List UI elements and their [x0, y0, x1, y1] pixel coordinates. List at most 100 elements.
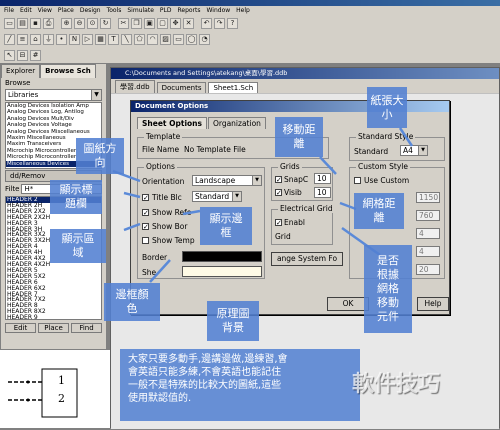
standard-size-select[interactable]: A4 ▼ [400, 145, 428, 156]
electrical-grid-title: Electrical Grid [278, 204, 335, 213]
pin-label-1: 1 [58, 374, 65, 387]
edit-button[interactable]: Edit [5, 323, 36, 333]
refresh-icon[interactable]: ↻ [100, 17, 111, 29]
power-icon[interactable]: ⏚ [43, 33, 54, 45]
wire-icon[interactable]: ╱ [4, 33, 15, 45]
annotation-follow-grid: 是否 根據 網格 移動 元件 [364, 245, 412, 333]
visible-value-input[interactable]: 10 [314, 187, 331, 198]
libraries-select[interactable]: Libraries ▼ [5, 89, 102, 101]
new-icon[interactable]: ▭ [4, 17, 15, 29]
standard-style-title: Standard Style [356, 132, 416, 141]
pie-icon[interactable]: ◔ [199, 33, 210, 45]
help-button[interactable]: Help [417, 297, 449, 311]
bus-icon[interactable]: ≡ [17, 33, 28, 45]
grids-group: Grids ✓ SnapC 10 ✓ Visib 10 [271, 162, 333, 201]
net-label-icon[interactable]: N [69, 33, 80, 45]
use-custom-checkbox[interactable] [354, 177, 361, 184]
pointer-icon[interactable]: ↖ [4, 49, 15, 61]
zoom-fit-icon[interactable]: ⊙ [87, 17, 98, 29]
part-item[interactable]: HEADER 9 [6, 315, 101, 319]
junction-icon[interactable]: • [56, 33, 67, 45]
find-button[interactable]: Find [71, 323, 102, 333]
menu-tools[interactable]: Tools [107, 7, 122, 14]
menu-window[interactable]: Window [207, 7, 231, 14]
menu-place[interactable]: Place [58, 7, 74, 14]
copy-icon[interactable]: ❐ [131, 17, 142, 29]
chevron-down-icon[interactable]: ▼ [232, 192, 241, 201]
align-icon[interactable]: ⊟ [17, 49, 28, 61]
line-icon[interactable]: ╲ [121, 33, 132, 45]
cross-icon[interactable]: ✕ [183, 17, 194, 29]
border-color-label: Border [142, 253, 168, 262]
tab-sheet-options[interactable]: Sheet Options [137, 117, 207, 129]
tab-sheet1[interactable]: Sheet1.Sch [208, 82, 259, 93]
place-button[interactable]: Place [38, 323, 69, 333]
tab-browse-sch[interactable]: Browse Sch [40, 64, 96, 78]
visible-label: Visib [284, 188, 302, 197]
menu-simulate[interactable]: Simulate [127, 7, 154, 14]
menu-view[interactable]: View [38, 7, 52, 14]
menu-design[interactable]: Design [80, 7, 101, 14]
show-template-checkbox[interactable] [142, 237, 149, 244]
electrical-enable-checkbox[interactable]: ✓ [275, 219, 282, 227]
standard-style-group: Standard Style Standard A4 ▼ [349, 132, 445, 161]
sheet-symbol-icon[interactable]: ▦ [95, 33, 106, 45]
zoom-in-icon[interactable]: ⊕ [61, 17, 72, 29]
undo-icon[interactable]: ↶ [201, 17, 212, 29]
custom-width-input[interactable]: 1150 [416, 192, 440, 203]
select-icon[interactable]: ▢ [157, 17, 168, 29]
grid-icon[interactable]: # [30, 49, 41, 61]
zoom-out-icon[interactable]: ⊖ [74, 17, 85, 29]
menu-reports[interactable]: Reports [177, 7, 200, 14]
title-block-value: Standard [195, 192, 230, 201]
custom-height-input[interactable]: 760 [416, 210, 440, 221]
change-system-font-button[interactable]: ange System Fo [271, 252, 343, 266]
menu-edit[interactable]: Edit [20, 7, 32, 14]
chevron-down-icon[interactable]: ▼ [91, 90, 101, 100]
snap-value-input[interactable]: 10 [314, 173, 331, 184]
help-icon[interactable]: ? [227, 17, 238, 29]
menu-help[interactable]: Help [236, 7, 250, 14]
image-icon[interactable]: ▨ [160, 33, 171, 45]
border-color-swatch[interactable] [182, 251, 262, 262]
tab-database[interactable]: 學習.ddb [115, 80, 155, 93]
orientation-select[interactable]: Landscape ▼ [192, 175, 262, 186]
chevron-down-icon[interactable]: ▼ [418, 146, 427, 155]
open-icon[interactable]: ▤ [17, 17, 28, 29]
tab-explorer[interactable]: Explorer [1, 64, 41, 78]
tab-documents[interactable]: Documents [156, 82, 207, 93]
visible-checkbox[interactable]: ✓ [275, 189, 282, 197]
redo-icon[interactable]: ↷ [214, 17, 225, 29]
title-block-checkbox[interactable]: ✓ [142, 194, 149, 202]
sheet-color-swatch[interactable] [182, 266, 262, 277]
print-icon[interactable]: ⎙ [43, 17, 54, 29]
rectangle-icon[interactable]: ▭ [173, 33, 184, 45]
text-icon[interactable]: T [108, 33, 119, 45]
title-block-select[interactable]: Standard ▼ [192, 191, 242, 202]
save-icon[interactable]: ▪ [30, 17, 41, 29]
ok-button[interactable]: OK [327, 297, 369, 311]
y-ref-zones-input[interactable]: 4 [416, 246, 440, 257]
show-reference-checkbox[interactable]: ✓ [142, 209, 149, 217]
cut-icon[interactable]: ✂ [118, 17, 129, 29]
template-file-label: File Name [142, 145, 180, 154]
chevron-down-icon[interactable]: ▼ [252, 176, 261, 185]
ellipse-icon[interactable]: ◯ [186, 33, 197, 45]
polygon-icon[interactable]: ⬠ [134, 33, 145, 45]
x-ref-zones-input[interactable]: 4 [416, 228, 440, 239]
menu-pld[interactable]: PLD [160, 7, 172, 14]
tab-organization[interactable]: Organization [207, 117, 266, 129]
port-icon[interactable]: ▷ [82, 33, 93, 45]
part-icon[interactable]: ⌂ [30, 33, 41, 45]
show-border-checkbox[interactable]: ✓ [142, 223, 149, 231]
margin-width-input[interactable]: 20 [416, 264, 440, 275]
annotation-grid-distance: 網格距 離 [354, 193, 404, 229]
sheet-color-label: She [142, 268, 157, 277]
move-icon[interactable]: ✥ [170, 17, 181, 29]
arc-icon[interactable]: ◠ [147, 33, 158, 45]
standard-size-value: A4 [403, 146, 413, 155]
menu-file[interactable]: File [4, 7, 14, 14]
paste-icon[interactable]: ▣ [144, 17, 155, 29]
snap-checkbox[interactable]: ✓ [275, 176, 282, 184]
annotation-move-distance: 移動距 離 [275, 117, 323, 157]
